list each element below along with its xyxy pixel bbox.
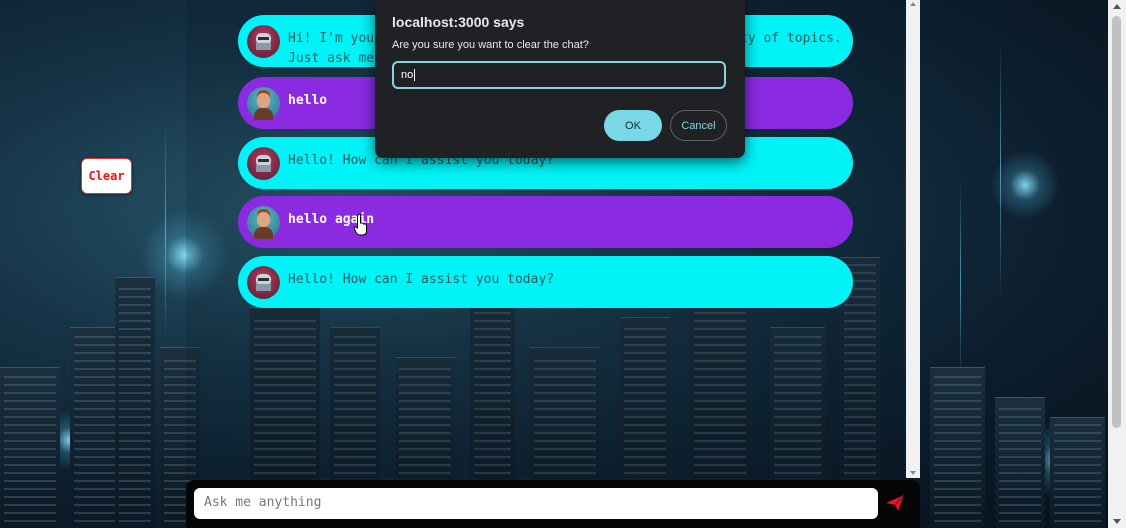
dialog-input[interactable]: no bbox=[392, 61, 726, 89]
user-avatar-icon bbox=[247, 206, 280, 239]
scroll-down-icon[interactable] bbox=[910, 471, 916, 475]
cancel-button[interactable]: Cancel bbox=[670, 110, 727, 141]
message-text: Hello! How can I assist you today? bbox=[288, 272, 555, 287]
robot-avatar-icon bbox=[247, 25, 280, 58]
message-text: hello bbox=[288, 93, 328, 108]
scroll-down-icon[interactable] bbox=[1113, 519, 1121, 524]
chat-input[interactable]: Ask me anything bbox=[194, 488, 878, 519]
send-icon[interactable] bbox=[885, 494, 905, 512]
dialog-input-value: no bbox=[401, 69, 414, 81]
user-avatar-icon bbox=[247, 87, 280, 120]
chat-message: Hello! How can I assist you today? bbox=[238, 256, 853, 308]
dialog-title: localhost:3000 says bbox=[392, 14, 525, 30]
dialog-message: Are you sure you want to clear the chat? bbox=[392, 39, 589, 51]
composer-bar: Ask me anything bbox=[186, 480, 920, 528]
robot-avatar-icon bbox=[247, 266, 280, 299]
scroll-up-icon[interactable] bbox=[1113, 4, 1121, 9]
scroll-up-icon[interactable] bbox=[910, 2, 916, 6]
text-caret bbox=[414, 69, 416, 82]
robot-avatar-icon bbox=[247, 147, 280, 180]
clear-chat-button[interactable]: Clear bbox=[81, 158, 132, 194]
chat-message: hello again bbox=[238, 196, 853, 248]
page-scrollbar[interactable] bbox=[1108, 0, 1126, 528]
chat-scrollbar[interactable] bbox=[906, 0, 920, 478]
ok-button[interactable]: OK bbox=[604, 110, 662, 141]
hand-cursor-icon bbox=[354, 214, 367, 236]
confirm-dialog: localhost:3000 says Are you sure you wan… bbox=[375, 0, 745, 158]
scrollbar-thumb[interactable] bbox=[1112, 16, 1121, 428]
